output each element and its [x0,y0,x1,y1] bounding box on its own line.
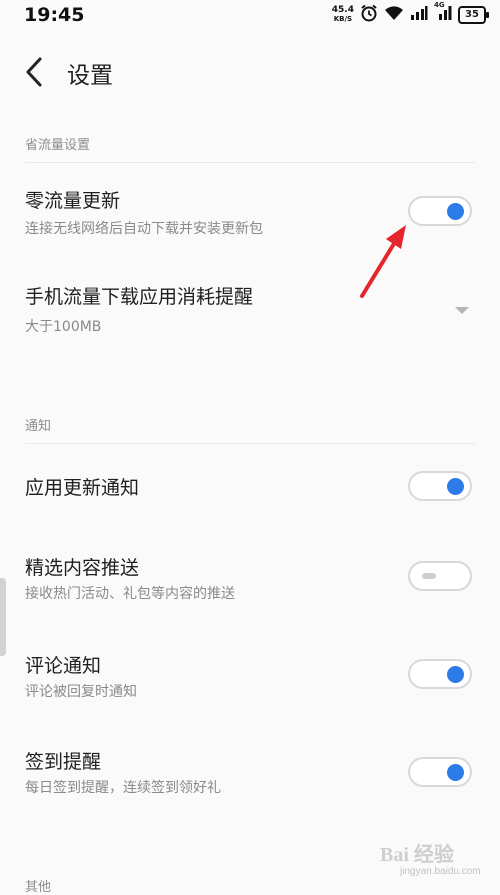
back-button[interactable] [18,52,52,92]
setting-title: 评论通知 [25,655,102,677]
toggle-switch[interactable] [408,561,472,591]
toggle-knob [447,203,464,220]
setting-title: 应用更新通知 [25,477,140,499]
setting-featured-push[interactable]: 精选内容推送 接收热门活动、礼包等内容的推送 [0,545,500,615]
setting-comment-notice[interactable]: 评论通知 评论被回复时通知 [0,641,500,711]
alarm-icon [360,4,378,26]
net-speed-unit: KB/S [333,15,353,23]
divider [25,162,475,163]
status-time: 19:45 [24,4,85,26]
dropdown-caret-icon[interactable] [455,307,469,314]
setting-title: 签到提醒 [25,751,102,773]
watermark-url: jingyan.baidu.com [400,866,481,877]
setting-title: 零流量更新 [25,190,121,212]
status-icons: 45.4 KB/S 4G 35 [332,1,489,26]
baidu-watermark-logo: Bai 经验 [380,844,454,866]
setting-app-update-notice[interactable]: 应用更新通知 [0,460,500,520]
section-label-notifications: 通知 [25,419,52,434]
signal-icon [410,5,428,25]
status-bar: 19:45 45.4 KB/S 4G 35 [0,0,500,32]
setting-checkin-reminder[interactable]: 签到提醒 每日签到提醒，连续签到领好礼 [0,737,500,807]
wifi-icon [384,5,404,25]
setting-value: 大于100MB [25,319,102,335]
toggle-switch[interactable] [408,659,472,689]
toggle-switch[interactable] [408,471,472,501]
setting-subtitle: 每日签到提醒，连续签到领好礼 [25,780,221,796]
chevron-left-icon [26,57,42,87]
setting-subtitle: 接收热门活动、礼包等内容的推送 [25,586,235,602]
toggle-knob [422,573,436,579]
setting-mobile-data-alert[interactable]: 手机流量下载应用消耗提醒 大于100MB [0,276,500,344]
edge-handle[interactable] [0,578,6,656]
app-header: 设置 [0,40,500,104]
setting-title: 手机流量下载应用消耗提醒 [25,286,254,308]
toggle-knob [447,764,464,781]
signal-4g-icon: 4G [434,1,452,25]
toggle-switch[interactable] [408,196,472,226]
toggle-switch[interactable] [408,757,472,787]
section-label-other: 其他 [25,880,52,895]
net-speed-value: 45.4 [331,5,354,15]
setting-subtitle: 评论被回复时通知 [25,684,137,700]
toggle-knob [447,478,464,495]
toggle-knob [447,666,464,683]
setting-subtitle: 连接无线网络后自动下载并安装更新包 [25,221,263,237]
setting-zero-data-update[interactable]: 零流量更新 连接无线网络后自动下载并安装更新包 [0,176,500,250]
section-label-data-saving: 省流量设置 [25,138,91,153]
signal-4g-label: 4G [434,1,445,9]
setting-title: 精选内容推送 [25,557,140,579]
battery-icon: 35 [458,6,489,24]
net-speed: 45.4 KB/S [332,6,354,24]
page-title: 设置 [67,63,113,89]
divider [25,443,475,444]
